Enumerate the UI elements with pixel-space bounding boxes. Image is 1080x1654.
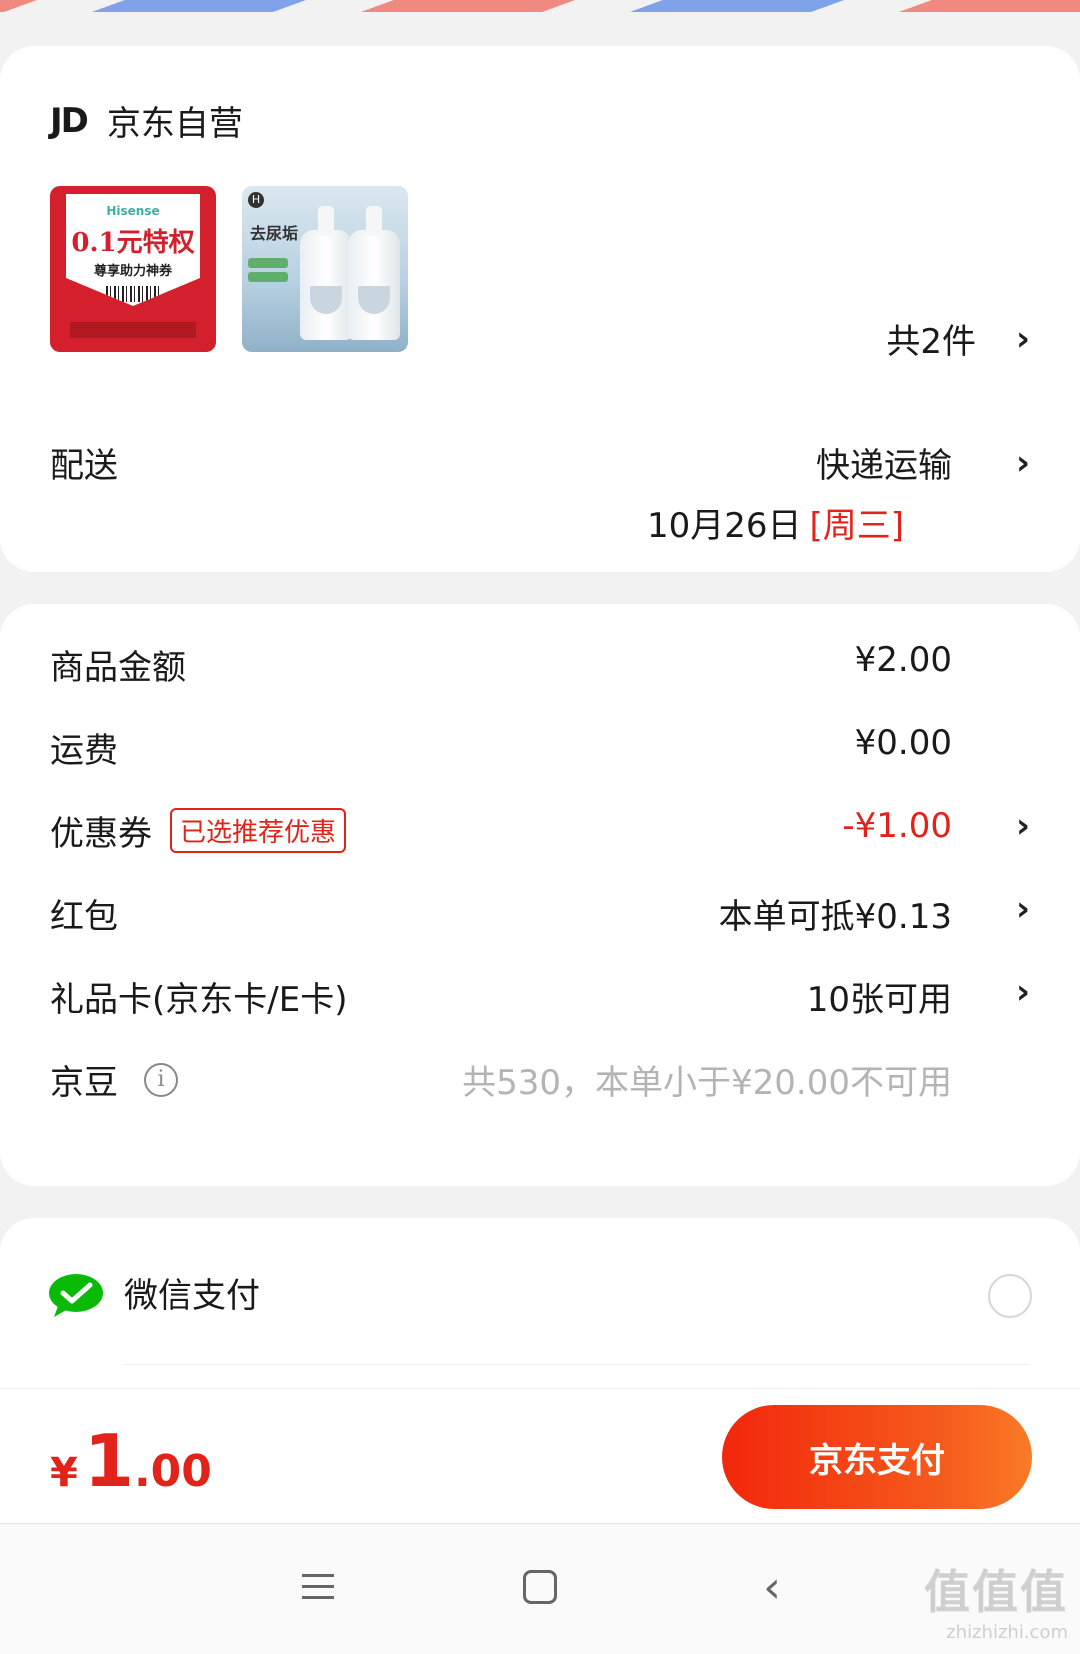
- wechat-pay-icon: [49, 1274, 103, 1317]
- bottle-graphic: [300, 206, 352, 340]
- shop-name: 京东自营: [106, 104, 243, 144]
- delivery-method-link[interactable]: 快递运输 ›: [816, 438, 1030, 487]
- product-thumb-cleaner[interactable]: H 去尿垢: [242, 186, 408, 352]
- info-icon[interactable]: i: [144, 1062, 178, 1097]
- shipping-value: ¥0.00: [854, 723, 952, 763]
- jingdou-row: 京豆 i 共530，本单小于¥20.00不可用: [50, 1045, 1030, 1105]
- red-packet-value: 本单可抵¥0.13: [718, 897, 952, 937]
- coupon-value: -¥1.00: [842, 806, 952, 846]
- cleaner-thumb-headline: 去尿垢: [250, 224, 299, 243]
- coupon-thumb-brand: Hisense: [106, 204, 160, 218]
- red-packet-label: 红包: [50, 897, 118, 937]
- delivery-weekday: [周三]: [809, 506, 904, 546]
- coupon-label: 优惠券: [50, 814, 152, 854]
- red-packet-row[interactable]: 红包 本单可抵¥0.13 ›: [50, 879, 1030, 939]
- cleaner-thumb-tag: [248, 272, 288, 282]
- home-icon[interactable]: [518, 1566, 562, 1610]
- jd-logo: JD: [50, 100, 89, 141]
- price-card: 商品金额 ¥2.00 运费 ¥0.00 优惠券 已选推荐优惠 -¥1.00 › …: [0, 604, 1080, 1186]
- menu-icon[interactable]: [296, 1566, 340, 1610]
- goods-amount-value: ¥2.00: [854, 640, 952, 680]
- divider: [124, 1364, 1030, 1365]
- jingdou-label-group: 京豆 i: [50, 1055, 178, 1104]
- total-decimal: .00: [133, 1446, 212, 1497]
- bottle-graphic: [348, 206, 400, 340]
- payment-method-card: 微信支付: [0, 1218, 1080, 1388]
- watermark-url: zhizhizhi.com: [946, 1622, 1068, 1643]
- shop-card: JD 京东自营 Hisense 0.1元特权 尊享助力神券 H 去尿垢 共2件 …: [0, 46, 1080, 572]
- chevron-right-icon: ›: [1015, 442, 1030, 483]
- system-nav-bar: ‹: [0, 1524, 1080, 1654]
- barcode-graphic: [106, 286, 162, 302]
- coupon-thumb-subline: 尊享助力神券: [93, 264, 172, 279]
- wechat-pay-label[interactable]: 微信支付: [124, 1268, 260, 1317]
- chevron-right-icon: ›: [1015, 972, 1030, 1012]
- chevron-right-icon: ›: [1015, 889, 1030, 929]
- cleaner-thumb-tag: [248, 258, 288, 268]
- back-icon[interactable]: ‹: [750, 1566, 794, 1610]
- shipping-label: 运费: [50, 731, 118, 771]
- coupon-row[interactable]: 优惠券 已选推荐优惠 -¥1.00 ›: [50, 796, 1030, 856]
- delivery-method-text: 快递运输: [816, 446, 952, 486]
- total-integer: 1: [83, 1419, 134, 1503]
- shipping-row: 运费 ¥0.00: [50, 713, 1030, 773]
- delivery-date: 10月26日 [周三]: [647, 498, 904, 547]
- items-count-link[interactable]: 共2件 ›: [886, 314, 1030, 363]
- checkout-bar: ¥1.00 京东支付: [0, 1388, 1080, 1524]
- brand-badge-icon: H: [248, 192, 264, 208]
- goods-amount-row: 商品金额 ¥2.00: [50, 630, 1030, 690]
- items-count-text: 共2件: [886, 322, 976, 362]
- chevron-right-icon: ›: [1015, 806, 1030, 846]
- delivery-date-text: 10月26日: [646, 506, 802, 546]
- coupon-recommended-badge: 已选推荐优惠: [170, 808, 347, 853]
- jingdou-label: 京豆: [50, 1063, 118, 1103]
- gift-card-label: 礼品卡(京东卡/E卡): [50, 980, 348, 1020]
- chevron-right-icon: ›: [1015, 318, 1030, 359]
- gift-card-value: 10张可用: [806, 980, 952, 1020]
- wechat-pay-radio[interactable]: [988, 1274, 1032, 1318]
- watermark-logo: 值值值: [924, 1565, 1068, 1619]
- delivery-label: 配送: [50, 446, 118, 486]
- coupon-thumb-footer: [70, 322, 196, 338]
- jingdou-value: 共530，本单小于¥20.00不可用: [462, 1063, 952, 1103]
- total-currency: ¥: [50, 1450, 78, 1496]
- coupon-thumb-panel: Hisense 0.1元特权 尊享助力神券: [66, 194, 200, 306]
- gift-card-row[interactable]: 礼品卡(京东卡/E卡) 10张可用 ›: [50, 962, 1030, 1022]
- goods-amount-label: 商品金额: [50, 648, 186, 688]
- coupon-label-group: 优惠券 已选推荐优惠: [50, 806, 347, 855]
- coupon-thumb-headline: 0.1元特权: [71, 228, 195, 258]
- airmail-stripe: [0, 0, 1080, 12]
- jd-pay-button[interactable]: 京东支付: [722, 1405, 1032, 1509]
- product-thumb-coupon[interactable]: Hisense 0.1元特权 尊享助力神券: [50, 186, 216, 352]
- total-amount: ¥1.00: [50, 1419, 212, 1503]
- shop-header: JD 京东自营: [50, 96, 243, 145]
